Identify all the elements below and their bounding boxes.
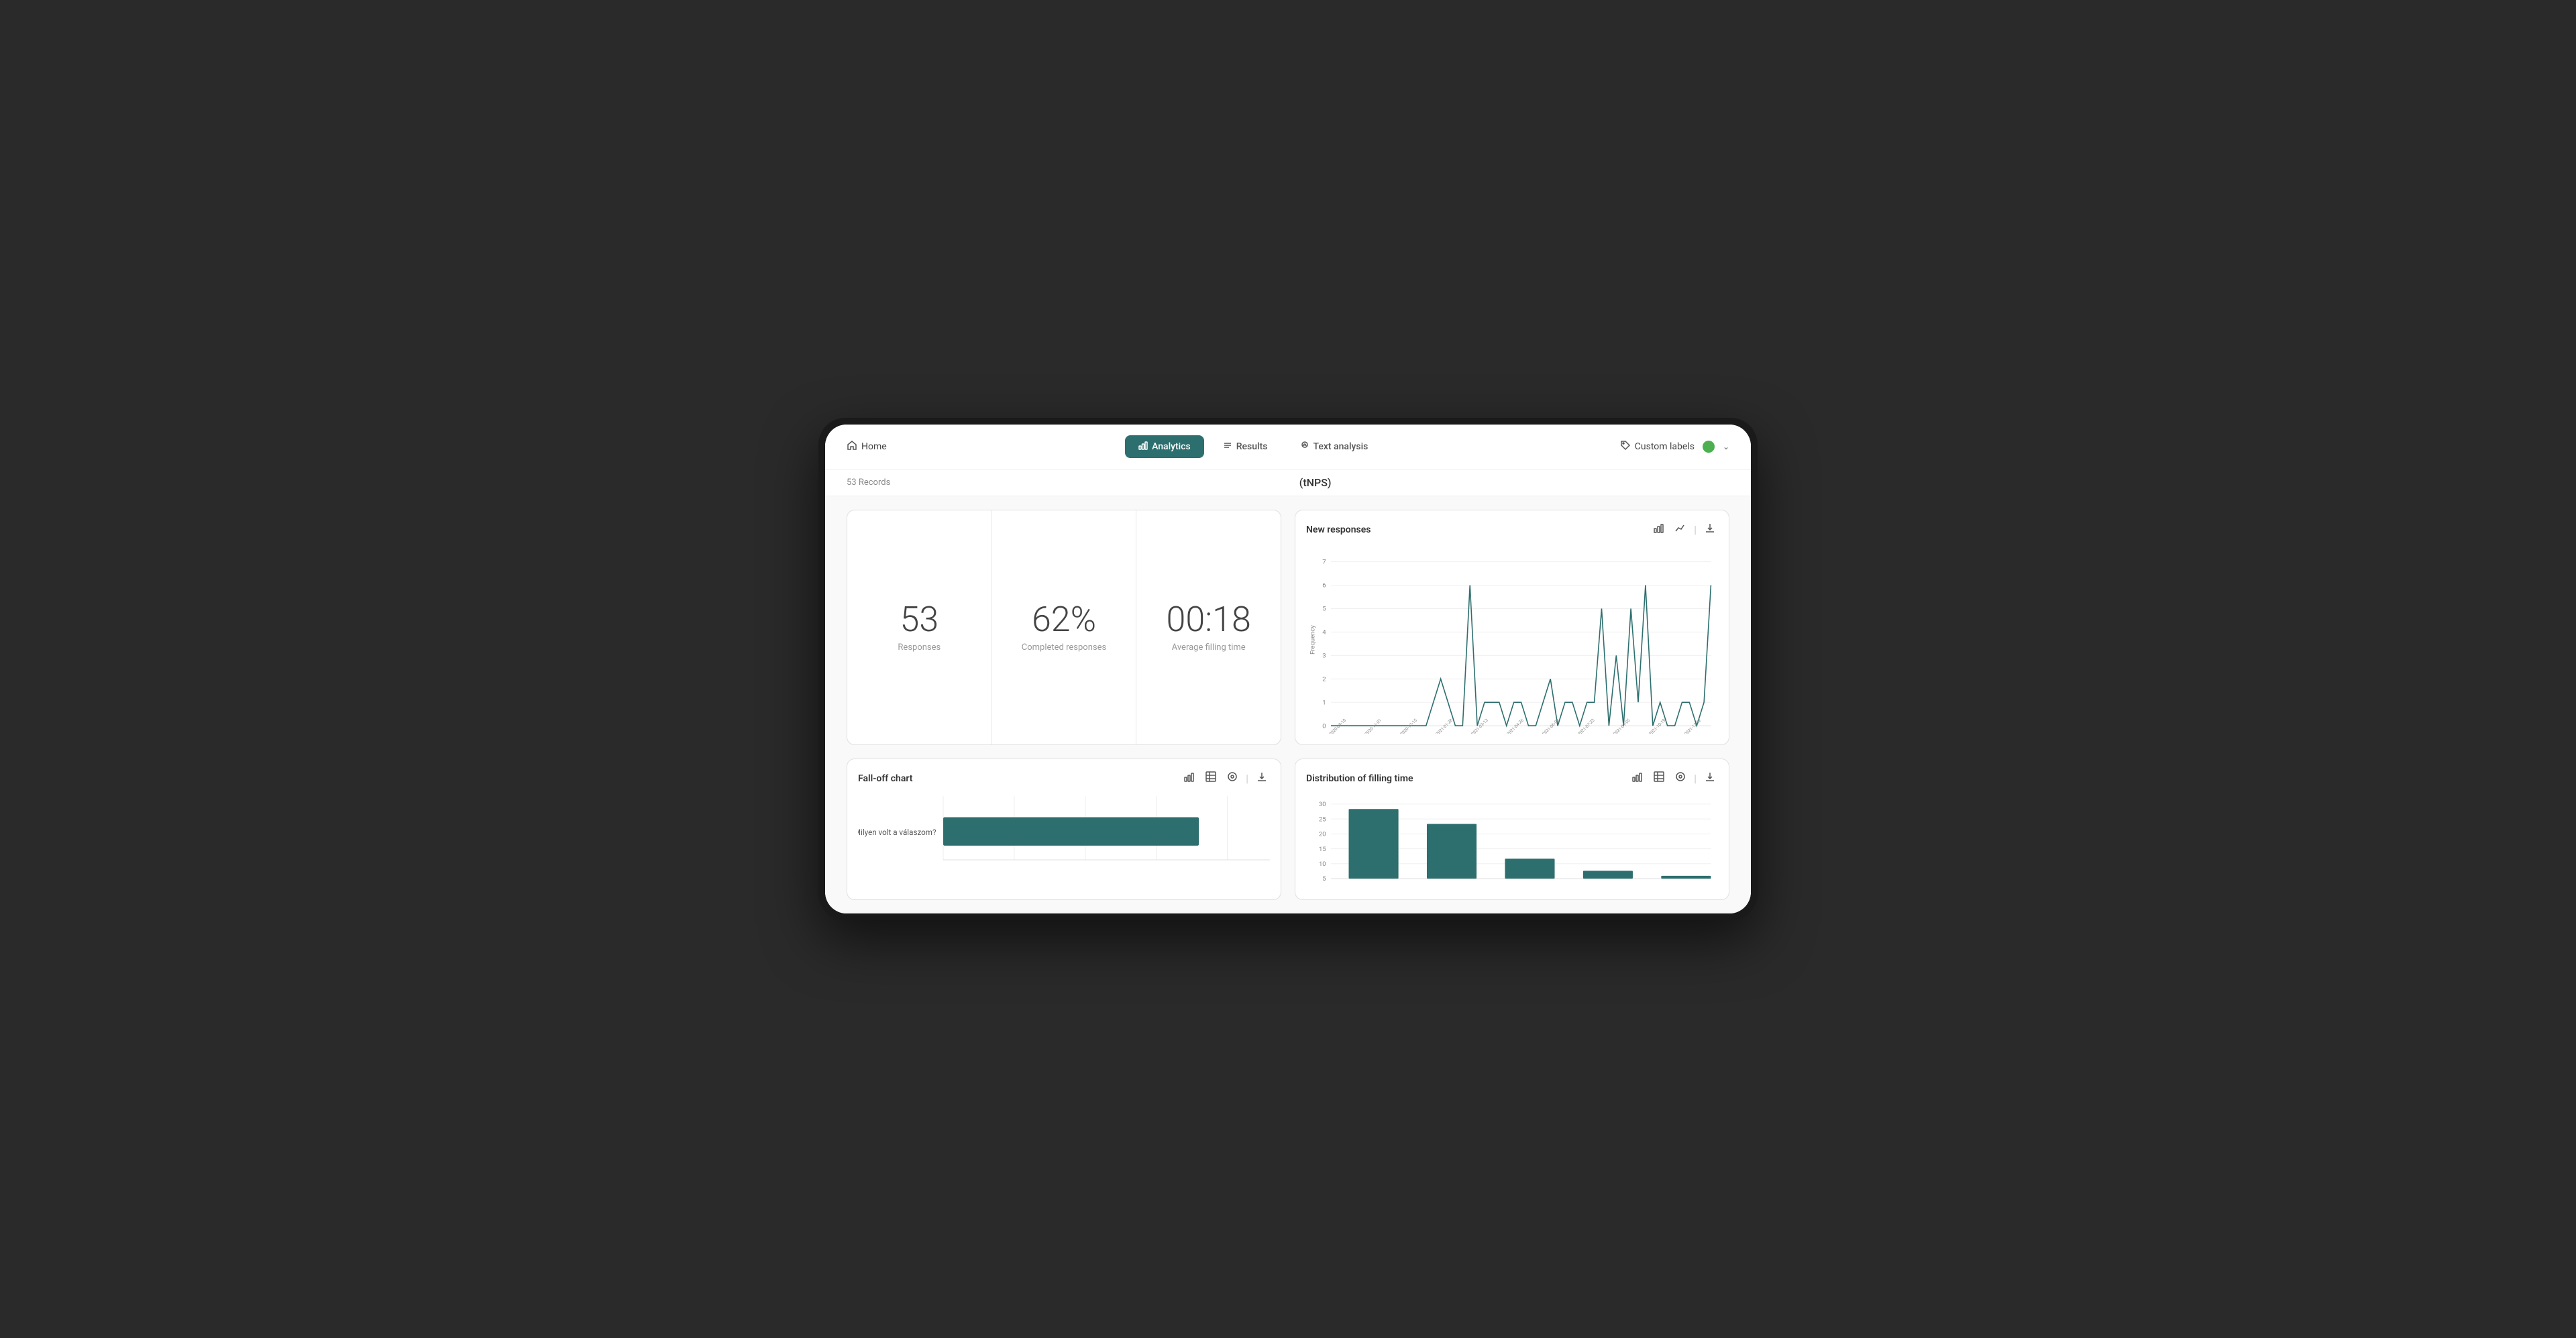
svg-text:3: 3: [1322, 652, 1326, 659]
distribution-chart: 30 25 20 15 10 5: [1306, 795, 1718, 889]
new-responses-header: New responses: [1306, 521, 1718, 538]
svg-text:20: 20: [1319, 831, 1326, 838]
bar-chart-btn[interactable]: [1651, 521, 1667, 538]
records-count: 53 Records: [847, 478, 890, 488]
analytics-label: Analytics: [1152, 441, 1191, 452]
home-link[interactable]: Home: [847, 440, 887, 453]
sub-header: 53 Records (tNPS): [825, 469, 1751, 496]
distribution-chart-card: Distribution of filling time: [1295, 759, 1729, 900]
dist-filter-btn[interactable]: [1672, 770, 1688, 787]
falloff-header: Fall-off chart: [858, 770, 1270, 787]
nav-center: Analytics Results: [903, 435, 1604, 458]
results-label: Results: [1236, 441, 1268, 452]
falloff-chart-card: Fall-off chart: [847, 759, 1281, 900]
page-title: (tNPS): [901, 476, 1729, 489]
falloff-download-btn[interactable]: [1254, 770, 1270, 787]
distribution-svg: 30 25 20 15 10 5: [1306, 795, 1718, 889]
svg-text:30: 30: [1319, 801, 1326, 808]
new-responses-title: New responses: [1306, 524, 1371, 535]
avg-time-label: Average filling time: [1172, 643, 1246, 653]
avg-time-value: 00:18: [1167, 602, 1251, 637]
responses-label: Responses: [898, 643, 941, 653]
distribution-actions: |: [1629, 770, 1718, 787]
svg-text:5: 5: [1322, 606, 1326, 613]
responses-card: 53 Responses: [847, 510, 992, 744]
stats-row: 53 Responses 62% Completed responses 00:…: [847, 510, 1281, 745]
divider1: |: [1694, 523, 1697, 536]
falloff-filter-btn[interactable]: [1224, 770, 1240, 787]
new-responses-svg: Frequency 7 6 5: [1306, 546, 1718, 734]
falloff-svg: Milyen volt a válaszom?: [858, 795, 1270, 875]
device-frame: Home Analytics: [818, 418, 1758, 920]
svg-text:2: 2: [1322, 675, 1326, 683]
tab-analytics[interactable]: Analytics: [1125, 435, 1204, 458]
svg-text:15: 15: [1319, 846, 1326, 853]
svg-text:5: 5: [1322, 875, 1326, 883]
dist-bar-btn[interactable]: [1629, 770, 1646, 787]
dist-bar-5: [1661, 876, 1711, 879]
new-responses-chart-card: New responses: [1295, 510, 1729, 745]
home-label: Home: [861, 441, 887, 452]
analytics-icon: [1138, 441, 1148, 453]
dist-bar-4: [1583, 871, 1633, 879]
dist-bar-1: [1349, 809, 1399, 879]
svg-text:0: 0: [1322, 722, 1326, 730]
dist-table-btn[interactable]: [1651, 770, 1667, 787]
download-btn[interactable]: [1702, 521, 1718, 538]
falloff-actions: |: [1181, 770, 1270, 787]
falloff-title: Fall-off chart: [858, 773, 912, 784]
header: Home Analytics: [825, 425, 1751, 469]
results-icon: [1223, 441, 1232, 453]
tab-text-analysis[interactable]: Text analysis: [1287, 435, 1382, 458]
main-content: 53 Responses 62% Completed responses 00:…: [825, 496, 1751, 913]
completed-label: Completed responses: [1022, 643, 1106, 653]
line-chart-btn[interactable]: [1672, 521, 1688, 538]
dist-bar-2: [1427, 824, 1477, 879]
tab-results[interactable]: Results: [1210, 435, 1281, 458]
custom-labels-btn[interactable]: Custom labels: [1620, 440, 1695, 453]
completed-card: 62% Completed responses: [992, 510, 1137, 744]
bottom-charts-row: Fall-off chart: [847, 759, 1729, 900]
falloff-divider: |: [1246, 772, 1248, 785]
svg-text:1: 1: [1322, 699, 1326, 706]
new-responses-chart: Frequency 7 6 5: [1306, 546, 1718, 734]
avg-time-card: 00:18 Average filling time: [1136, 510, 1281, 744]
distribution-title: Distribution of filling time: [1306, 773, 1413, 784]
svg-text:25: 25: [1319, 816, 1326, 823]
device-screen: Home Analytics: [825, 425, 1751, 913]
home-icon: [847, 440, 857, 453]
bar-label: Milyen volt a válaszom?: [858, 828, 936, 837]
y-axis-label: Frequency: [1309, 625, 1317, 655]
completed-value: 62%: [1032, 602, 1096, 637]
svg-text:6: 6: [1322, 582, 1326, 590]
status-indicator: [1703, 441, 1715, 453]
tag-icon: [1620, 440, 1631, 453]
falloff-bar: [943, 818, 1199, 846]
responses-value: 53: [900, 602, 938, 637]
chevron-down-icon[interactable]: ⌄: [1723, 442, 1729, 451]
dist-bar-3: [1505, 858, 1554, 879]
text-analysis-icon: [1300, 441, 1309, 453]
svg-text:7: 7: [1322, 559, 1326, 566]
svg-text:10: 10: [1319, 860, 1326, 868]
app-container: Home Analytics: [825, 425, 1751, 913]
dist-download-btn[interactable]: [1702, 770, 1718, 787]
svg-text:4: 4: [1322, 629, 1326, 636]
distribution-header: Distribution of filling time: [1306, 770, 1718, 787]
falloff-table-btn[interactable]: [1203, 770, 1219, 787]
custom-labels-text: Custom labels: [1635, 441, 1695, 452]
dist-divider: |: [1694, 772, 1697, 785]
new-responses-actions: |: [1651, 521, 1718, 538]
falloff-bar-btn[interactable]: [1181, 770, 1197, 787]
nav-right: Custom labels ⌄: [1620, 440, 1729, 453]
falloff-chart: Milyen volt a válaszom?: [858, 795, 1270, 875]
text-analysis-label: Text analysis: [1313, 441, 1368, 452]
